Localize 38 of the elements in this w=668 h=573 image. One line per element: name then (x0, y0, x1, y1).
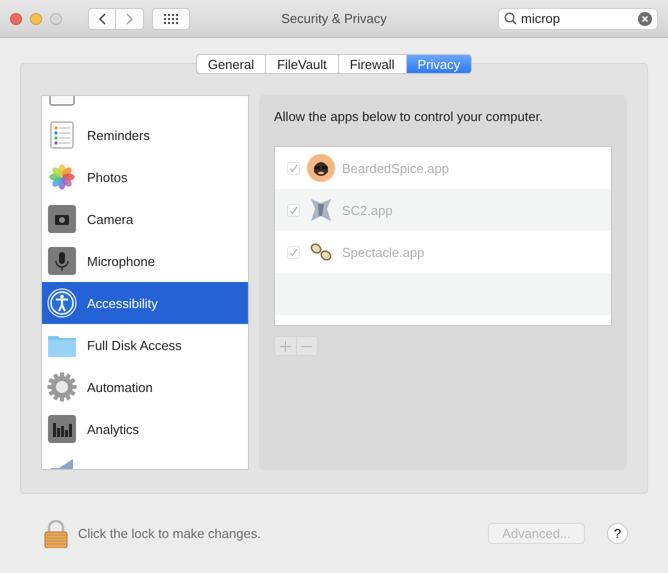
grid-icon (164, 14, 178, 24)
lock-hint-text: Click the lock to make changes. (78, 526, 261, 541)
bearded-avatar-icon (306, 153, 336, 183)
description-text: Allow the apps below to control your computer. (274, 109, 544, 124)
minimize-button[interactable] (30, 12, 42, 24)
tab[interactable]: General (196, 54, 266, 74)
window-title: Security & Privacy (281, 11, 387, 26)
tab[interactable]: Firewall (338, 54, 407, 74)
search-icon (504, 12, 517, 25)
lock-icon[interactable] (44, 520, 68, 548)
sidebar-item[interactable]: Automation (42, 366, 248, 408)
help-button[interactable]: ? (607, 523, 628, 544)
app-name: Spectacle.app (342, 244, 424, 260)
sidebar-item[interactable]: Full Disk Access (42, 324, 248, 366)
search-box[interactable]: microp (498, 8, 658, 30)
microphone-icon (47, 246, 77, 276)
bar-chart-icon (47, 414, 77, 444)
app-name: BeardedSpice.app (342, 160, 449, 176)
grid-button[interactable] (152, 8, 190, 30)
sidebar-item[interactable]: Photos (42, 156, 248, 198)
camera-icon (47, 204, 77, 234)
back-button[interactable] (88, 8, 116, 30)
plus-icon (280, 340, 291, 352)
tab[interactable]: FileVault (266, 54, 339, 74)
clear-icon[interactable] (638, 12, 652, 26)
app-name: SC2.app (342, 202, 393, 218)
sidebar-item[interactable]: Accessibility (42, 282, 248, 324)
accessibility-icon (47, 288, 77, 318)
sidebar-item[interactable]: Camera (42, 198, 248, 240)
sidebar-item[interactable]: Microphone (42, 240, 248, 282)
flower-icon (47, 162, 77, 192)
chevron-right-icon (126, 12, 134, 24)
chevron-left-icon (98, 12, 106, 24)
sidebar-item[interactable]: Reminders (42, 114, 248, 156)
zoom-button[interactable] (50, 12, 62, 24)
gear-icon (47, 372, 77, 402)
sidebar-item[interactable]: Analytics (42, 408, 248, 450)
close-button[interactable] (10, 12, 22, 24)
